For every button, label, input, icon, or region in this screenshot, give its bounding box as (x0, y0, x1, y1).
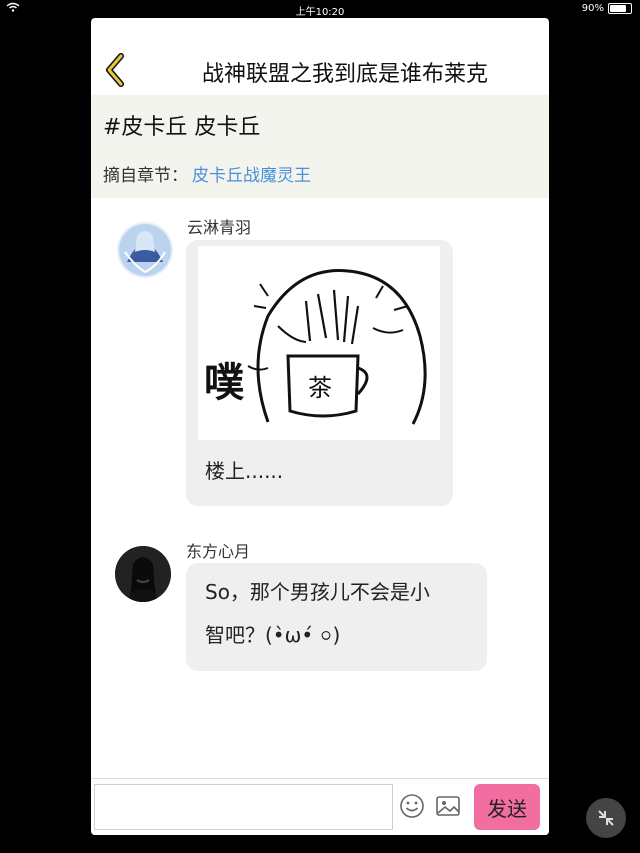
status-time: 上午10:20 (295, 7, 345, 18)
input-bar: 发送 (91, 778, 549, 835)
topic-box: #皮卡丘 皮卡丘 摘自章节： 皮卡丘战魔灵王 (91, 95, 549, 198)
chat-panel: 战神联盟之我到底是谁布莱克 #皮卡丘 皮卡丘 摘自章节： 皮卡丘战魔灵王 云淋青羽 (91, 18, 549, 835)
chevron-left-icon[interactable] (101, 52, 129, 88)
collapse-arrows-icon (598, 810, 614, 826)
meme-image[interactable]: 茶 噗 (198, 246, 440, 440)
message-text: 楼上...... (205, 459, 284, 483)
meme-caption: 噗 (204, 360, 245, 406)
topic-source: 摘自章节： 皮卡丘战魔灵王 (103, 161, 537, 186)
status-bar: 上午10:20 90% (0, 0, 640, 18)
message-text-line: So，那个男孩儿不会是小 (205, 580, 430, 604)
topic-title: #皮卡丘 皮卡丘 (103, 115, 261, 140)
battery-percent: 90% (581, 3, 604, 14)
cup-text: 茶 (308, 374, 332, 402)
message-username: 东方心月 (186, 542, 251, 561)
message-text-line: 智吧？(•̀ω•́ ০) (205, 623, 341, 647)
source-label: 摘自章节： (103, 166, 188, 186)
header: 战神联盟之我到底是谁布莱克 (91, 18, 549, 95)
avatar[interactable] (115, 546, 171, 602)
avatar[interactable] (117, 222, 173, 278)
message-bubble: So，那个男孩儿不会是小 智吧？(•̀ω•́ ০) (186, 563, 487, 671)
source-chapter-link[interactable]: 皮卡丘战魔灵王 (192, 166, 311, 186)
smiley-icon[interactable] (399, 793, 425, 819)
minimize-button[interactable] (586, 798, 626, 838)
battery-icon (608, 3, 632, 14)
message-username: 云淋青羽 (187, 218, 252, 237)
image-icon[interactable] (435, 793, 461, 819)
battery-indicator: 90% (582, 3, 632, 14)
message-input[interactable] (94, 784, 393, 830)
message-bubble: 茶 噗 楼上...... (186, 240, 453, 506)
send-button[interactable]: 发送 (474, 784, 540, 830)
page-title: 战神联盟之我到底是谁布莱克 (201, 62, 488, 87)
